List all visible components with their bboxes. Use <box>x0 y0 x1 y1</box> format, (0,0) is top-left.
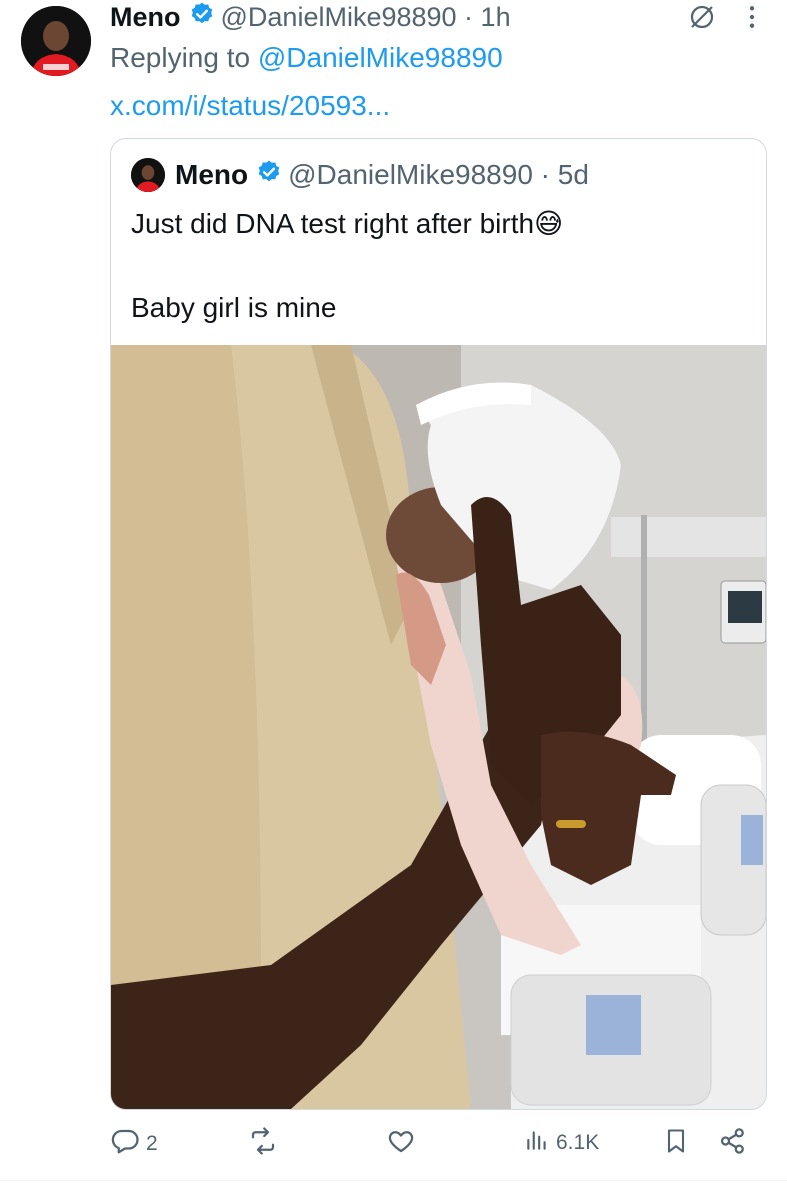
avatar[interactable] <box>21 6 91 76</box>
like-icon <box>386 1126 416 1162</box>
author-name[interactable]: Meno <box>110 2 181 33</box>
replying-prefix: Replying to <box>110 42 251 73</box>
reply-button[interactable]: 2 <box>110 1126 158 1162</box>
quoted-timestamp: 5d <box>557 159 589 190</box>
reply-icon <box>110 1126 140 1162</box>
replying-handle-link[interactable]: @DanielMike98890 <box>258 42 503 73</box>
top-actions <box>687 2 757 37</box>
tweet-photo[interactable] <box>111 345 766 1109</box>
share-button[interactable] <box>718 1126 748 1162</box>
reply-count: 2 <box>146 1132 158 1155</box>
share-icon <box>718 1126 748 1162</box>
quoted-author-handle: @DanielMike98890 <box>288 159 533 190</box>
bookmark-button[interactable] <box>662 1126 690 1162</box>
separator-dot: · <box>456 1 481 32</box>
quoted-tweet-text: Just did DNA test right after birth😅 Bab… <box>131 203 741 329</box>
quoted-tweet-card[interactable]: Meno @DanielMike98890 · 5d Just did DNA … <box>110 138 767 1110</box>
replying-to: Replying to @DanielMike98890 <box>110 42 503 74</box>
more-icon[interactable] <box>747 4 757 35</box>
author-handle[interactable]: @DanielMike98890 <box>221 2 457 33</box>
views-button[interactable]: 6.1K <box>524 1126 599 1160</box>
verified-badge-icon <box>189 1 215 34</box>
bookmark-icon <box>662 1126 690 1162</box>
retweet-button[interactable] <box>247 1126 279 1162</box>
next-tweet-divider <box>0 1180 787 1201</box>
grok-icon[interactable] <box>687 2 717 37</box>
timestamp[interactable]: 1h <box>481 2 511 33</box>
like-button[interactable] <box>386 1126 416 1162</box>
status-link[interactable]: x.com/i/status/20593... <box>110 90 390 122</box>
retweet-icon <box>247 1126 279 1162</box>
quoted-author-name: Meno <box>175 159 249 190</box>
quoted-text-line-2: Baby girl is mine <box>131 292 337 323</box>
views-count: 6.1K <box>556 1131 600 1154</box>
quoted-avatar <box>131 158 165 192</box>
tweet-header: Meno @DanielMike98890 · 1h <box>110 0 511 34</box>
views-icon <box>524 1126 550 1160</box>
verified-badge-icon <box>256 159 282 192</box>
quoted-text-line-1: Just did DNA test right after birth😅 <box>131 208 564 239</box>
action-bar: 2 6.1K <box>110 1126 760 1166</box>
quoted-tweet-header: Meno @DanielMike98890 · 5d <box>131 157 589 193</box>
separator-dot: · <box>532 159 558 190</box>
